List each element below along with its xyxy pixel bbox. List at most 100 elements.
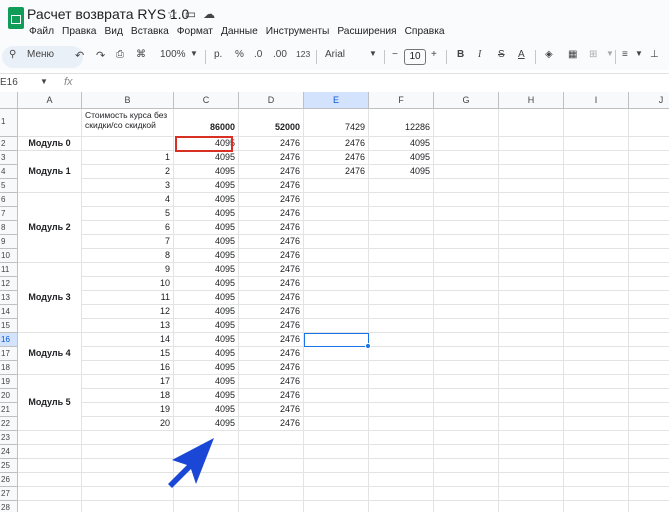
cell[interactable] xyxy=(304,431,369,445)
cell-d18[interactable]: 2476 xyxy=(239,361,304,375)
cell[interactable] xyxy=(564,305,629,319)
cell-b1[interactable]: Стоимость курса без скидки/со скидкой xyxy=(82,109,174,137)
menu-format[interactable]: Формат xyxy=(177,26,213,37)
align-vertical-icon[interactable]: ⊥ xyxy=(650,49,659,60)
cell[interactable] xyxy=(499,319,564,333)
row-header-21[interactable]: 21 xyxy=(0,403,18,417)
cell[interactable] xyxy=(239,431,304,445)
cell[interactable] xyxy=(499,389,564,403)
cell-c17[interactable]: 4095 xyxy=(174,347,239,361)
cell-d9[interactable]: 2476 xyxy=(239,235,304,249)
cell[interactable] xyxy=(564,473,629,487)
cell[interactable] xyxy=(564,221,629,235)
row-header-28[interactable]: 28 xyxy=(0,501,18,512)
select-all-corner[interactable] xyxy=(0,92,18,109)
row-header-9[interactable]: 9 xyxy=(0,235,18,249)
cell[interactable] xyxy=(564,165,629,179)
cell[interactable] xyxy=(82,445,174,459)
cell[interactable] xyxy=(239,445,304,459)
cell[interactable] xyxy=(629,235,669,249)
cell-c7[interactable]: 4095 xyxy=(174,207,239,221)
row-header-27[interactable]: 27 xyxy=(0,487,18,501)
cell[interactable] xyxy=(499,151,564,165)
cell[interactable] xyxy=(18,445,82,459)
cell[interactable] xyxy=(499,459,564,473)
cell[interactable] xyxy=(564,179,629,193)
cell[interactable] xyxy=(629,501,669,512)
font-size-input[interactable]: 10 xyxy=(404,49,426,65)
row-header-8[interactable]: 8 xyxy=(0,221,18,235)
cell-d7[interactable]: 2476 xyxy=(239,207,304,221)
cell-e3[interactable]: 2476 xyxy=(304,151,369,165)
menu-tools[interactable]: Инструменты xyxy=(266,26,330,37)
module-label[interactable]: Модуль 5 xyxy=(18,375,82,431)
cell[interactable] xyxy=(564,347,629,361)
cell[interactable] xyxy=(369,459,434,473)
cell-b21[interactable]: 19 xyxy=(82,403,174,417)
cell[interactable] xyxy=(499,305,564,319)
cell-b18[interactable]: 16 xyxy=(82,361,174,375)
cell-c9[interactable]: 4095 xyxy=(174,235,239,249)
row-header-4[interactable]: 4 xyxy=(0,165,18,179)
cell[interactable] xyxy=(564,277,629,291)
cell[interactable] xyxy=(564,291,629,305)
cell-b8[interactable]: 6 xyxy=(82,221,174,235)
cell-b5[interactable]: 3 xyxy=(82,179,174,193)
cell[interactable] xyxy=(434,431,499,445)
cell[interactable] xyxy=(239,487,304,501)
cell[interactable] xyxy=(564,333,629,347)
cell-d1[interactable]: 52000 xyxy=(239,109,304,137)
document-title[interactable]: Расчет возврата RYS 1.0 xyxy=(27,6,189,22)
cell[interactable] xyxy=(369,263,434,277)
cell[interactable] xyxy=(499,333,564,347)
cell-e4[interactable]: 2476 xyxy=(304,165,369,179)
undo-icon[interactable]: ↶ xyxy=(75,49,84,62)
module-label[interactable]: Модуль 1 xyxy=(18,151,82,193)
cell[interactable] xyxy=(304,361,369,375)
merge-cells-icon[interactable]: ⊞ xyxy=(589,49,597,60)
cell[interactable] xyxy=(629,249,669,263)
cell-d19[interactable]: 2476 xyxy=(239,375,304,389)
cell-b22[interactable]: 20 xyxy=(82,417,174,431)
module-label[interactable]: Модуль 0 xyxy=(18,137,82,151)
cell[interactable] xyxy=(564,109,629,137)
cell-c10[interactable]: 4095 xyxy=(174,249,239,263)
cell[interactable] xyxy=(629,459,669,473)
cell[interactable] xyxy=(369,347,434,361)
cell[interactable] xyxy=(82,431,174,445)
cell[interactable] xyxy=(304,417,369,431)
font-size-increase-button[interactable]: + xyxy=(431,49,437,60)
cell[interactable] xyxy=(564,403,629,417)
cell[interactable] xyxy=(629,277,669,291)
currency-button[interactable]: р. xyxy=(214,49,222,60)
selected-cell[interactable] xyxy=(304,333,369,347)
cell[interactable] xyxy=(564,389,629,403)
cell[interactable] xyxy=(434,109,499,137)
cell[interactable] xyxy=(304,389,369,403)
row-header-10[interactable]: 10 xyxy=(0,249,18,263)
cell-f4[interactable]: 4095 xyxy=(369,165,434,179)
cell[interactable] xyxy=(369,193,434,207)
cell-c20[interactable]: 4095 xyxy=(174,389,239,403)
cell[interactable] xyxy=(304,249,369,263)
cell-d16[interactable]: 2476 xyxy=(239,333,304,347)
decrease-decimal-button[interactable]: .0 xyxy=(254,49,262,60)
row-header-12[interactable]: 12 xyxy=(0,277,18,291)
column-header-g[interactable]: G xyxy=(434,92,499,109)
cell[interactable] xyxy=(629,165,669,179)
cell[interactable] xyxy=(82,473,174,487)
cell[interactable] xyxy=(434,333,499,347)
cell[interactable] xyxy=(304,277,369,291)
sheet-grid[interactable]: A B C D E F G H I J 1 2 3 4 5 6 7 8 9 10 11 12 13 14 15 16 17 18 19 2… xyxy=(0,92,669,512)
cell[interactable] xyxy=(629,305,669,319)
column-header-j[interactable]: J xyxy=(629,92,669,109)
cell[interactable] xyxy=(434,249,499,263)
column-header-e[interactable]: E xyxy=(304,92,369,109)
cell[interactable] xyxy=(304,403,369,417)
cell[interactable] xyxy=(629,137,669,151)
cell[interactable] xyxy=(499,487,564,501)
cell[interactable] xyxy=(629,473,669,487)
row-header-15[interactable]: 15 xyxy=(0,319,18,333)
cell-b15[interactable]: 13 xyxy=(82,319,174,333)
strikethrough-button[interactable]: S xyxy=(498,49,505,60)
